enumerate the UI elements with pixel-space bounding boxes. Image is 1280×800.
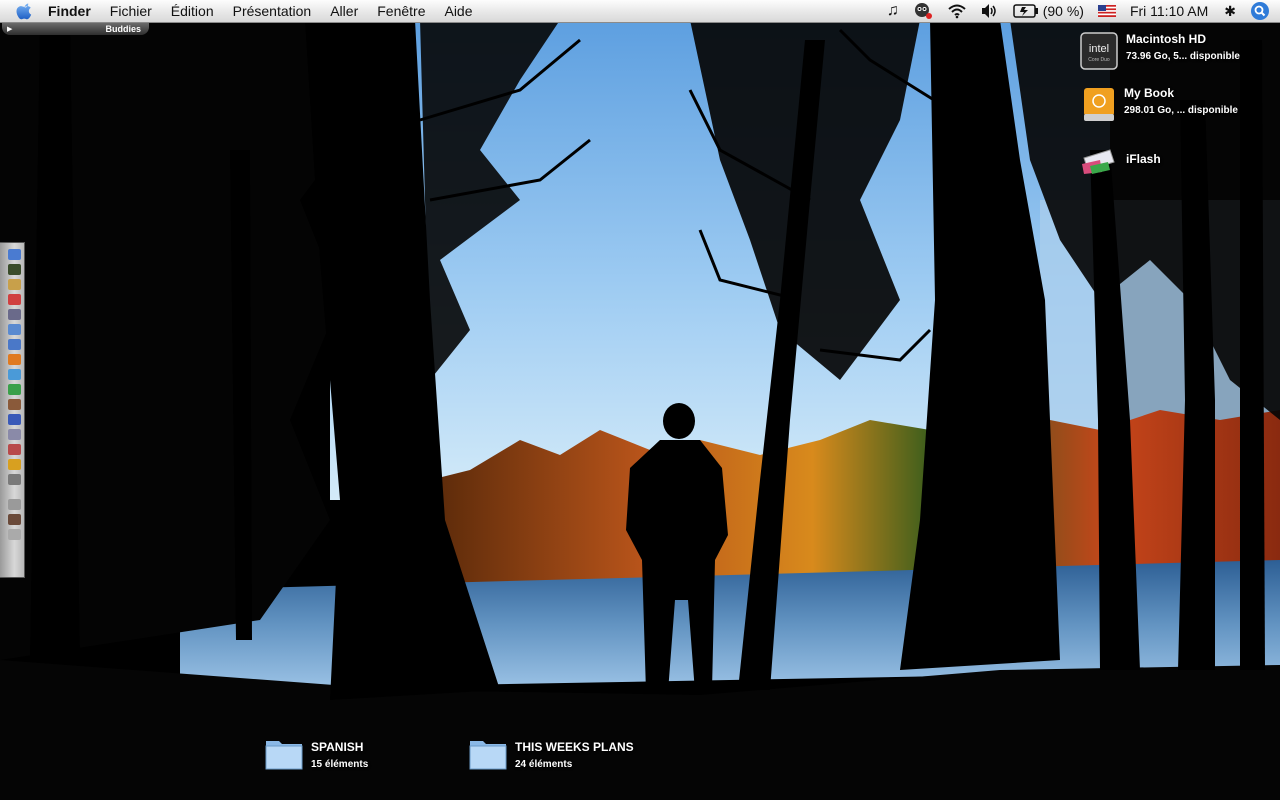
- bluetooth-icon[interactable]: ✱: [1224, 3, 1236, 20]
- folder-icon: [469, 741, 507, 770]
- volume-my-book[interactable]: My Book 298.01 Go, ... disponible: [1082, 86, 1238, 124]
- volume-detail: 298.01 Go, ... disponible: [1124, 105, 1238, 116]
- dock: [0, 242, 25, 578]
- folder-detail: 24 éléments: [515, 759, 573, 770]
- calculator-icon[interactable]: [7, 474, 21, 485]
- menu-fichier[interactable]: Fichier: [110, 3, 152, 19]
- volume-detail: 73.96 Go, 5... disponible: [1126, 51, 1240, 62]
- folder-icon: [265, 741, 303, 770]
- address-book-icon[interactable]: [7, 279, 21, 290]
- music-note-icon[interactable]: ♫: [887, 2, 899, 20]
- folder-name: THIS WEEKS PLANS: [515, 740, 634, 754]
- volume-name: Macintosh HD: [1126, 32, 1207, 46]
- folder-detail: 15 éléments: [311, 759, 369, 770]
- dashboard-icon[interactable]: [7, 264, 21, 275]
- apple-menu-icon[interactable]: [14, 0, 36, 22]
- firefox-icon[interactable]: [7, 354, 21, 365]
- finder-icon[interactable]: [7, 249, 21, 260]
- menu-aide[interactable]: Aide: [444, 3, 472, 19]
- menu-edition[interactable]: Édition: [171, 3, 214, 19]
- preview-icon[interactable]: [7, 324, 21, 335]
- wifi-icon[interactable]: [947, 3, 967, 19]
- battery-icon: [1012, 4, 1038, 18]
- menu-clock[interactable]: Fri 11:10 AM: [1130, 3, 1208, 19]
- volume-name: iFlash: [1126, 152, 1161, 166]
- media-icon[interactable]: [7, 514, 21, 525]
- us-flag-icon[interactable]: [1097, 5, 1116, 17]
- folder-stack-icon[interactable]: [7, 499, 21, 510]
- intel-hard-drive-icon: intel Core Duo: [1080, 32, 1118, 70]
- volume-name: My Book: [1124, 86, 1175, 100]
- svg-text:Core Duo: Core Duo: [1088, 57, 1110, 63]
- robot-icon[interactable]: [913, 2, 933, 20]
- menu-app-finder[interactable]: Finder: [48, 3, 91, 19]
- folder-name: SPANISH: [311, 740, 364, 754]
- itunes-icon[interactable]: [7, 414, 21, 425]
- ical-icon[interactable]: [7, 294, 21, 305]
- folder-spanish[interactable]: SPANISH 15 éléments: [265, 735, 368, 771]
- disclosure-triangle-icon[interactable]: ▶: [7, 25, 12, 33]
- flash-drive-icon: [1082, 149, 1115, 174]
- chat-icon[interactable]: [7, 384, 21, 395]
- volume-iflash[interactable]: iFlash: [1080, 144, 1161, 176]
- safari-icon[interactable]: [7, 369, 21, 380]
- menu-extras: ♫ (90 %) Fri 11:10 AM ✱: [887, 0, 1280, 22]
- scissors-icon[interactable]: [7, 444, 21, 455]
- spotlight-icon[interactable]: [1250, 1, 1270, 21]
- volume-macintosh-hd[interactable]: intel Core Duo Macintosh HD 73.96 Go, 5.…: [1080, 32, 1240, 70]
- volume-icon[interactable]: [981, 3, 999, 19]
- buddies-drawer[interactable]: ▶ Buddies: [2, 23, 149, 35]
- menu-presentation[interactable]: Présentation: [233, 3, 312, 19]
- buddies-label: Buddies: [105, 24, 141, 34]
- system-prefs-icon[interactable]: [7, 309, 21, 320]
- money-icon[interactable]: [7, 459, 21, 470]
- network-icon[interactable]: [7, 429, 21, 440]
- trash-icon[interactable]: [7, 529, 21, 540]
- battery-text: (90 %): [1042, 3, 1084, 19]
- external-drive-icon: [1084, 88, 1114, 121]
- battery-status[interactable]: (90 %): [1012, 3, 1084, 19]
- menu-fenetre[interactable]: Fenêtre: [377, 3, 425, 19]
- mail-icon[interactable]: [7, 339, 21, 350]
- photo-icon[interactable]: [7, 399, 21, 410]
- menu-aller[interactable]: Aller: [330, 3, 358, 19]
- folder-this-weeks-plans[interactable]: THIS WEEKS PLANS 24 éléments: [469, 735, 634, 771]
- menu-bar: Finder Fichier Édition Présentation Alle…: [0, 0, 1280, 23]
- svg-text:intel: intel: [1089, 43, 1109, 55]
